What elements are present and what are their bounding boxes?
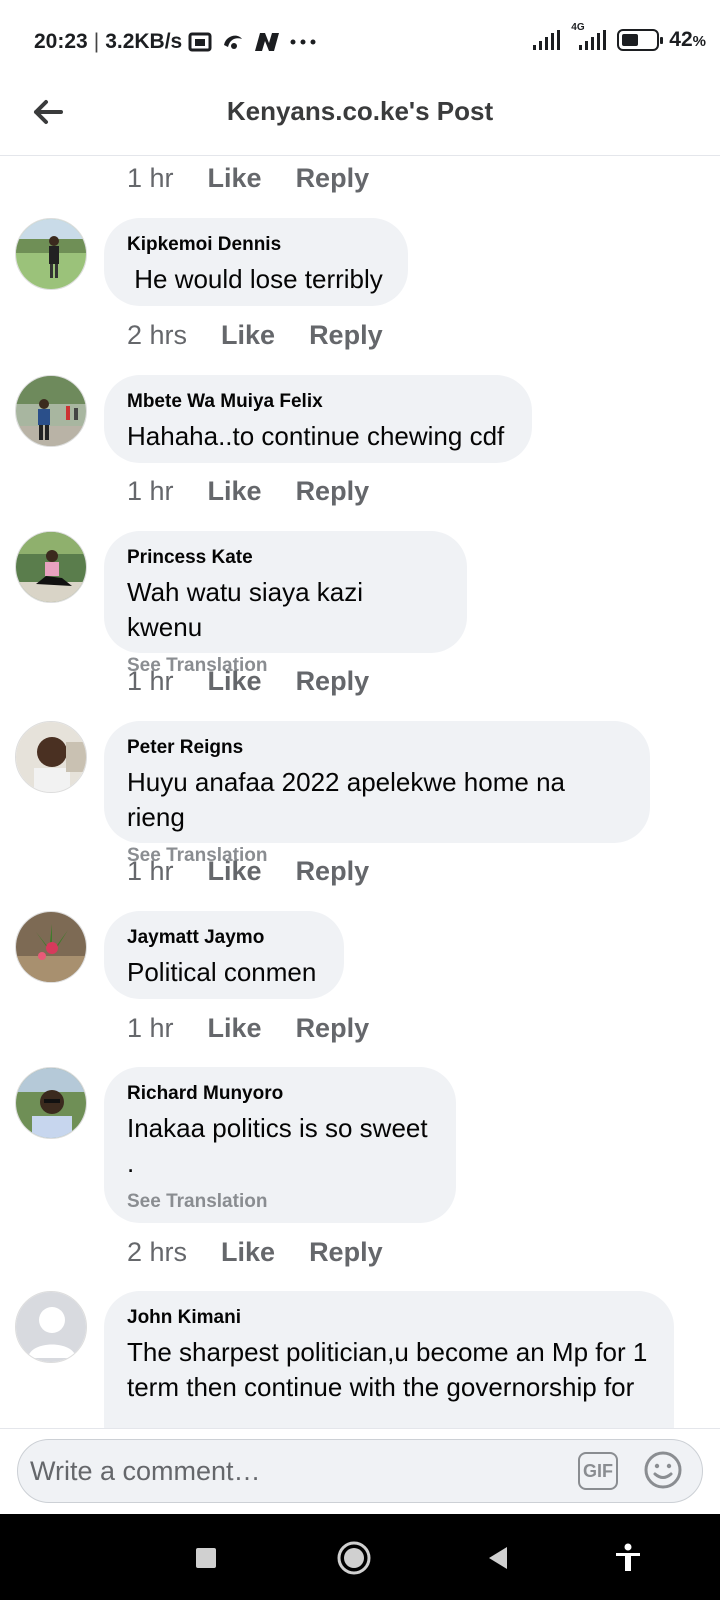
commenter-name[interactable]: John Kimani (127, 1307, 652, 1329)
comment-text: Political conmen (127, 957, 317, 987)
comment-meta: 1 hr Like Reply (127, 476, 369, 507)
avatar[interactable] (15, 1067, 87, 1139)
comment-text: Huyu anafaa 2022 apelekwe home na rieng (127, 767, 573, 832)
comment-text: Wah watu siaya kazi kwenu (127, 577, 371, 642)
recents-button[interactable] (186, 1538, 226, 1578)
comment-meta: 1 hr Like Reply (127, 856, 369, 887)
accessibility-icon (616, 1543, 640, 1571)
status-speed: 3.2KB/s (105, 30, 183, 53)
comment-bubble[interactable]: John Kimani The sharpest politician,u be… (104, 1291, 674, 1428)
android-nav-bar (0, 1514, 720, 1600)
comment-input[interactable] (30, 1440, 550, 1502)
battery-percent: 42% (669, 28, 706, 52)
accessibility-button[interactable] (608, 1538, 648, 1578)
comment-text: The sharpest politician,u become an Mp f… (127, 1337, 655, 1402)
reply-button[interactable]: Reply (296, 163, 370, 194)
comment-meta: 1 hr Like Reply (127, 1013, 369, 1044)
like-button[interactable]: Like (208, 666, 262, 697)
post-header: Kenyans.co.ke's Post (0, 80, 720, 156)
reply-button[interactable]: Reply (296, 1013, 370, 1044)
comment-text: Inakaa politics is so sweet . (127, 1113, 428, 1178)
comment-bubble[interactable]: Peter Reigns Huyu anafaa 2022 apelekwe h… (104, 721, 650, 866)
comment-time: 1 hr (127, 476, 174, 506)
like-button[interactable]: Like (208, 856, 262, 887)
status-time: 20:23 (34, 30, 88, 53)
reply-button[interactable]: Reply (296, 856, 370, 887)
commenter-name[interactable]: Richard Munyoro (127, 1083, 434, 1105)
gif-button[interactable]: GIF (578, 1452, 618, 1490)
comment-composer: GIF (0, 1428, 720, 1514)
comment-meta: 2 hrs Like Reply (127, 320, 383, 351)
commenter-name[interactable]: Peter Reigns (127, 737, 628, 759)
comment-text: He would lose terribly (127, 264, 383, 294)
app-icon (224, 35, 243, 49)
status-left: 20:23 | 3.2KB/s (34, 30, 318, 54)
home-circle-icon (337, 1541, 371, 1575)
commenter-name[interactable]: Kipkemoi Dennis (127, 234, 386, 256)
status-bar: 20:23 | 3.2KB/s 4G 42% (0, 0, 720, 80)
more-dots-icon (290, 39, 316, 45)
reply-button[interactable]: Reply (296, 476, 370, 507)
comment-time: 2 hrs (127, 320, 188, 350)
like-button[interactable]: Like (221, 320, 275, 351)
page-title: Kenyans.co.ke's Post (226, 96, 494, 126)
signal-4g-icon: 4G (571, 22, 607, 52)
default-avatar-icon (16, 1292, 86, 1362)
comment-time: 1 hr (127, 856, 174, 886)
comment-input-container[interactable]: GIF (17, 1439, 703, 1503)
status-separator: | (93, 30, 100, 53)
reply-button[interactable]: Reply (309, 1237, 383, 1268)
smiley-icon[interactable] (643, 1450, 683, 1490)
comment-time: 1 hr (127, 1013, 174, 1043)
comment-bubble[interactable]: Princess Kate Wah watu siaya kazi kwenu … (104, 531, 467, 676)
back-nav-button[interactable] (478, 1538, 518, 1578)
back-triangle-icon (489, 1547, 507, 1569)
reply-button[interactable]: Reply (296, 666, 370, 697)
status-right: 4G 42% (531, 22, 706, 52)
comment-time: 2 hrs (127, 1237, 188, 1267)
battery-icon (617, 29, 664, 51)
comment-meta: 1 hr Like Reply (127, 666, 369, 697)
gif-label: GIF (583, 1460, 613, 1481)
like-button[interactable]: Like (208, 163, 262, 194)
signal-icon (533, 30, 561, 50)
comments-feed[interactable]: 1 hr Like Reply Kipkemoi Dennis He would… (0, 157, 720, 1428)
gallery-icon (188, 32, 212, 52)
comment-time: 1 hr (127, 666, 174, 696)
comment-meta: 2 hrs Like Reply (127, 1237, 383, 1268)
battery-unit: % (692, 33, 706, 50)
recents-square-icon (196, 1548, 216, 1568)
commenter-name[interactable]: Jaymatt Jaymo (127, 927, 322, 949)
n-app-icon (255, 33, 280, 51)
avatar[interactable] (15, 531, 87, 603)
commenter-name[interactable]: Mbete Wa Muiya Felix (127, 391, 510, 413)
avatar[interactable] (15, 721, 87, 793)
comment-meta-previous: 1 hr Like Reply (127, 163, 369, 194)
battery-value: 42 (669, 28, 693, 51)
reply-button[interactable]: Reply (309, 320, 383, 351)
comment-bubble[interactable]: Richard Munyoro Inakaa politics is so sw… (104, 1067, 456, 1223)
comment-text: Hahaha..to continue chewing cdf (127, 421, 505, 451)
like-button[interactable]: Like (221, 1237, 275, 1268)
avatar[interactable] (15, 375, 87, 447)
comment-time: 1 hr (127, 163, 174, 193)
like-button[interactable]: Like (208, 1013, 262, 1044)
avatar[interactable] (15, 911, 87, 983)
home-button[interactable] (334, 1538, 374, 1578)
battery-fill (622, 34, 639, 46)
see-translation-link[interactable]: See Translation (127, 1191, 434, 1213)
comment-bubble[interactable]: Jaymatt Jaymo Political conmen (104, 911, 344, 999)
avatar[interactable] (15, 218, 87, 290)
comment-bubble[interactable]: Kipkemoi Dennis He would lose terribly (104, 218, 408, 306)
commenter-name[interactable]: Princess Kate (127, 547, 445, 569)
like-button[interactable]: Like (208, 476, 262, 507)
avatar-default[interactable] (15, 1291, 87, 1363)
comment-bubble[interactable]: Mbete Wa Muiya Felix Hahaha..to continue… (104, 375, 532, 463)
